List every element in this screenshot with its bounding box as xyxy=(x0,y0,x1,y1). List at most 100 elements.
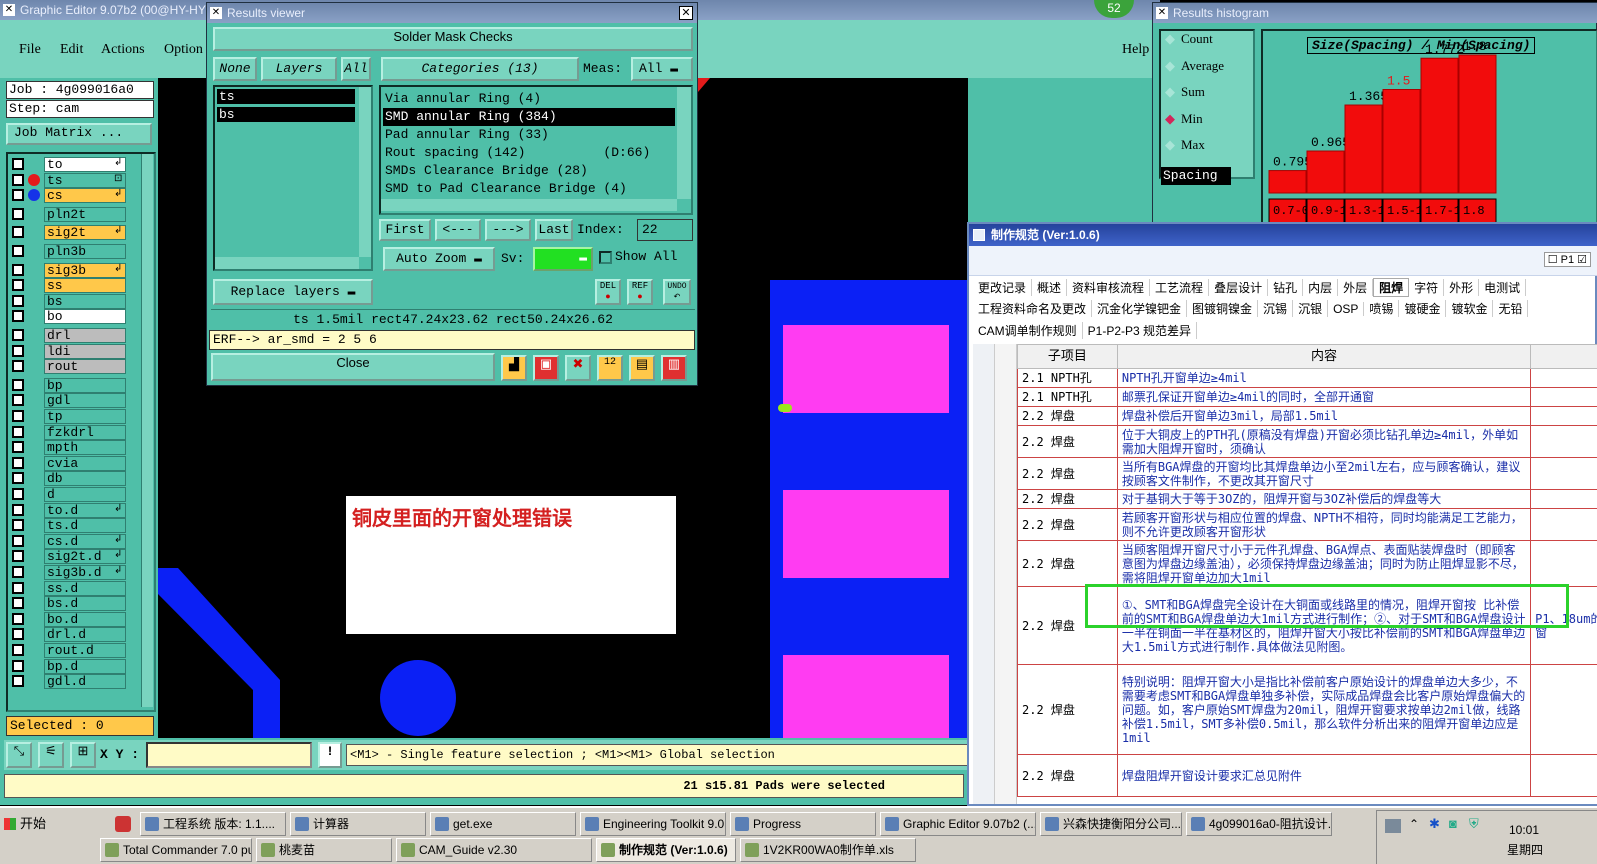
layer-name[interactable]: pln2t xyxy=(44,206,126,222)
categories-button[interactable]: Categories (13) xyxy=(381,57,579,81)
layer-row[interactable]: ldi xyxy=(8,343,140,359)
layer-row[interactable]: ss xyxy=(8,278,140,294)
layer-checkbox[interactable] xyxy=(12,378,24,391)
layer-checkbox[interactable] xyxy=(12,519,24,532)
layer-checkbox[interactable] xyxy=(12,245,24,257)
taskbar-item[interactable]: 兴森快捷衡阳分公司... xyxy=(1040,812,1182,836)
undo-button[interactable]: UNDO ↶ xyxy=(663,279,691,305)
layer-checkbox[interactable] xyxy=(12,472,24,485)
layer-name[interactable]: ss.d xyxy=(44,580,126,596)
spec-tab[interactable]: 钻孔 xyxy=(1268,279,1304,296)
spec-tab[interactable]: 沉金化学镍钯金 xyxy=(1092,300,1188,317)
layer-checkbox[interactable] xyxy=(12,173,24,186)
layer-checkbox[interactable] xyxy=(12,360,24,373)
layer-row[interactable]: gdl xyxy=(8,393,140,409)
layer-row[interactable]: to ↲ xyxy=(8,157,140,172)
category-list-hscrollbar[interactable] xyxy=(381,199,677,211)
layer-name[interactable]: ldi xyxy=(44,343,126,359)
show-all-checkbox[interactable] xyxy=(599,251,612,264)
taskbar-item[interactable]: Progress xyxy=(730,812,876,836)
chevron-up-icon[interactable]: ⌃ xyxy=(1409,817,1419,832)
layer-checkbox[interactable] xyxy=(12,294,24,307)
layer-checkbox[interactable] xyxy=(12,503,24,516)
spec-tab[interactable]: 外形 xyxy=(1444,279,1480,296)
layer-checkbox[interactable] xyxy=(12,597,24,610)
layer-row[interactable]: bs xyxy=(8,293,140,309)
layer-row[interactable]: bs.d xyxy=(8,596,140,612)
layer-row[interactable]: to.d ↲ xyxy=(8,502,140,518)
layers-button[interactable]: Layers xyxy=(261,57,337,81)
layer-checkbox[interactable] xyxy=(12,158,24,170)
shield-icon[interactable]: ⛨ xyxy=(1469,817,1479,832)
spec-tab[interactable]: 外层 xyxy=(1338,279,1374,296)
col-content[interactable]: 内容 xyxy=(1116,344,1532,369)
menu-edit[interactable]: Edit xyxy=(60,42,83,58)
close-button[interactable]: Close xyxy=(211,353,495,381)
layer-name[interactable]: cvia xyxy=(44,455,126,471)
layer-row[interactable]: fzkdrl xyxy=(8,424,140,440)
spec-tab[interactable]: 无铅 xyxy=(1493,300,1529,317)
layer-row[interactable]: mpth xyxy=(8,440,140,456)
spec-tab[interactable]: 工程资料命名及更改 xyxy=(973,300,1093,317)
spec-tab[interactable]: 沉银 xyxy=(1293,300,1329,317)
layer-row[interactable]: drl.d xyxy=(8,627,140,643)
layer-checkbox[interactable] xyxy=(12,659,24,672)
layer-name[interactable]: drl xyxy=(44,328,126,343)
layer-row[interactable]: pln2t xyxy=(8,206,140,222)
menu-file[interactable]: File xyxy=(19,42,41,58)
spec-tab[interactable]: 电测试 xyxy=(1479,279,1527,296)
taskbar-item[interactable]: 计算器 xyxy=(290,812,426,836)
layer-name[interactable]: db xyxy=(44,471,126,487)
spec-tab[interactable]: 内层 xyxy=(1303,279,1339,296)
category-item[interactable]: SMDs Clearance Bridge (28) xyxy=(383,162,675,180)
bluetooth-icon[interactable]: ✱ xyxy=(1429,817,1440,832)
spec-tab[interactable]: 镀软金 xyxy=(1446,300,1494,317)
last-button[interactable]: Last xyxy=(535,219,573,241)
layer-row[interactable]: sig2t ↲ xyxy=(8,225,140,241)
print-icon[interactable]: ▣ xyxy=(533,355,559,381)
layer-row[interactable]: sig3b.d ↲ xyxy=(8,565,140,580)
start-button[interactable]: 开始 xyxy=(2,812,62,838)
report-icon[interactable]: ▤ xyxy=(629,355,655,381)
layer-row[interactable]: cs.d ↲ xyxy=(8,533,140,549)
spec-tab[interactable]: 工艺流程 xyxy=(1150,279,1210,296)
layer-name[interactable]: gdl.d xyxy=(44,674,126,690)
category-item[interactable]: Pad annular Ring (33) xyxy=(383,126,675,144)
all-layers-button[interactable]: All xyxy=(341,57,371,81)
layer-checkbox[interactable] xyxy=(12,612,24,625)
layer-checkbox[interactable] xyxy=(12,566,24,578)
layer-row[interactable]: bp xyxy=(8,377,140,393)
auto-zoom-select[interactable]: Auto Zoom ▬ xyxy=(383,247,495,271)
category-item[interactable]: SMD annular Ring (384) xyxy=(383,108,675,126)
col-extra[interactable] xyxy=(1530,344,1597,369)
layer-checkbox[interactable] xyxy=(12,394,24,407)
layer-row[interactable]: pln3b xyxy=(8,244,140,259)
taskbar-item[interactable]: Graphic Editor 9.07b2 (... xyxy=(880,812,1036,836)
sv-color-select[interactable]: ▬ xyxy=(533,247,593,271)
layer-row[interactable]: rout.d xyxy=(8,643,140,658)
number-icon[interactable]: 12 xyxy=(597,355,623,381)
spec-row[interactable]: 2.2 焊盘 对于基铜大于等于3OZ的，阻焊开窗与3OZ补偿后的焊盘等大 xyxy=(1017,489,1597,509)
spec-tab[interactable]: OSP xyxy=(1328,302,1365,316)
warning-icon[interactable]: ! xyxy=(318,742,342,768)
category-list-scrollbar[interactable] xyxy=(677,87,691,199)
layer-name[interactable]: d xyxy=(44,487,126,502)
layer-results-list[interactable]: ts bs xyxy=(213,85,373,271)
layer-row[interactable]: ts ⊡ xyxy=(8,172,140,188)
layer-row[interactable]: d xyxy=(8,487,140,502)
layer-checkbox[interactable] xyxy=(12,534,24,547)
prev-button[interactable]: <--- xyxy=(435,219,481,241)
quick-launch-icon[interactable] xyxy=(115,816,131,832)
layer-row[interactable]: bo xyxy=(8,309,140,325)
layer-checkbox[interactable] xyxy=(12,189,24,202)
layer-name[interactable]: bp xyxy=(44,377,126,393)
layer-name[interactable]: mpth xyxy=(44,440,126,456)
taskbar-item[interactable]: 1V2KR00WA0制作单.xls xyxy=(740,838,916,862)
spec-tab[interactable]: 阻焊 xyxy=(1373,278,1410,297)
xy-input[interactable] xyxy=(146,742,312,768)
taskbar-item[interactable]: Total Commander 7.0 pu... xyxy=(100,838,252,862)
layer-name[interactable]: ts.d xyxy=(44,518,126,534)
layer-name[interactable]: bo.d xyxy=(44,611,126,627)
menu-actions[interactable]: Actions xyxy=(101,42,145,58)
close-icon[interactable]: ✕ xyxy=(210,7,222,19)
